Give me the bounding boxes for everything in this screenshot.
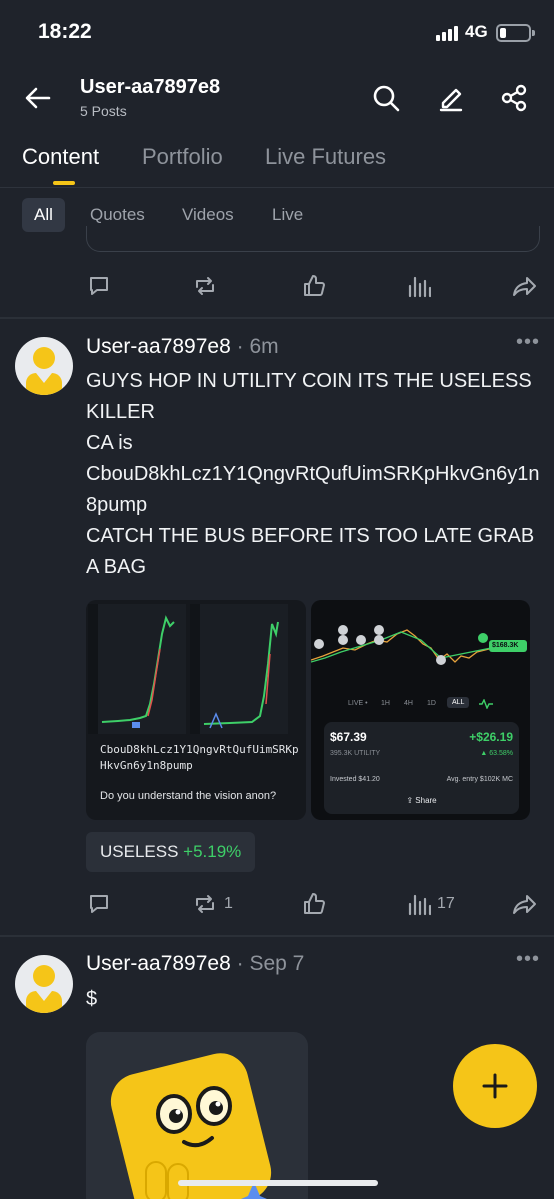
filter-all[interactable]: All bbox=[22, 198, 65, 232]
tab-portfolio[interactable]: Portfolio bbox=[142, 144, 223, 170]
post-separator: · bbox=[236, 952, 244, 975]
holding-gain-percent: ▲ 63.58% bbox=[480, 750, 513, 757]
post-header: User-aa7897e8 · 6m bbox=[86, 335, 279, 359]
invested-amount: Invested $41.20 bbox=[330, 776, 380, 783]
post-line: CbouD8khLcz1Y1QngvRtQufUimSRKpHkvGn6y1n8… bbox=[86, 463, 540, 516]
post-image-sticker[interactable] bbox=[86, 1032, 308, 1199]
holding-amount: 395.3K UTILITY bbox=[330, 750, 381, 757]
avg-entry: Avg. entry $102K MC bbox=[446, 776, 513, 783]
mini-chart-right bbox=[190, 604, 288, 734]
previous-post-card[interactable] bbox=[86, 226, 540, 252]
range-1d: 1D bbox=[427, 700, 436, 707]
range-4h: 4H bbox=[404, 700, 413, 707]
pulse-icon bbox=[479, 699, 493, 709]
signal-icon bbox=[436, 25, 458, 41]
post-divider bbox=[0, 317, 554, 319]
more-options-icon[interactable]: ••• bbox=[516, 948, 540, 971]
active-tab-indicator bbox=[53, 181, 75, 185]
holding-price: $67.39 bbox=[330, 730, 367, 744]
repost-button[interactable]: 1 bbox=[192, 888, 233, 920]
range-all: ALL bbox=[447, 697, 470, 708]
share-label: ⇪ Share bbox=[406, 796, 437, 805]
comment-icon[interactable] bbox=[87, 270, 111, 302]
profile-name: User-aa7897e8 bbox=[80, 76, 221, 98]
post-divider bbox=[0, 935, 554, 937]
post-author[interactable]: User-aa7897e8 bbox=[86, 335, 231, 358]
post-actions: 1 17 bbox=[0, 884, 554, 924]
post-image-portfolio-screenshot[interactable]: $168.3K LIVE • 1H 4H 1D ALL $67.39 +$26.… bbox=[311, 600, 530, 820]
post-image-chart-screenshot[interactable]: CbouD8khLcz1Y1QngvRtQufUimSRKpHkvGn6y1n8… bbox=[86, 600, 306, 820]
post-time: Sep 7 bbox=[249, 952, 305, 975]
views-count: 17 bbox=[437, 895, 455, 912]
back-arrow-icon[interactable] bbox=[22, 82, 54, 114]
range-live: LIVE • bbox=[348, 700, 368, 707]
like-icon[interactable] bbox=[302, 888, 326, 920]
battery-icon bbox=[496, 24, 535, 42]
post-body[interactable]: GUYS HOP IN UTILITY COIN ITS THE USELESS… bbox=[86, 366, 546, 583]
repost-icon bbox=[196, 895, 214, 913]
post-separator: · bbox=[236, 335, 244, 358]
profile-header: User-aa7897e8 5 Posts bbox=[0, 68, 554, 128]
post-time: 6m bbox=[249, 335, 279, 358]
avatar[interactable] bbox=[15, 337, 73, 395]
profile-tabs: Content Portfolio Live Futures bbox=[0, 136, 554, 188]
create-post-button[interactable] bbox=[453, 1044, 537, 1128]
share-icon[interactable] bbox=[498, 82, 530, 114]
price-marker-label: $168.3K bbox=[492, 642, 519, 649]
network-label: 4G bbox=[465, 22, 488, 41]
avatar[interactable] bbox=[15, 955, 73, 1013]
forward-icon[interactable] bbox=[512, 270, 538, 302]
ticker-symbol: USELESS bbox=[100, 842, 179, 861]
image-question-text: Do you understand the vision anon? bbox=[100, 790, 277, 802]
mascot-sticker-icon bbox=[110, 1053, 272, 1199]
tab-content[interactable]: Content bbox=[22, 144, 99, 170]
status-time: 18:22 bbox=[38, 20, 92, 43]
mini-chart-left bbox=[88, 604, 186, 734]
plus-icon bbox=[482, 1073, 508, 1099]
status-bar: 18:22 4G bbox=[0, 0, 554, 68]
views-button[interactable]: 17 bbox=[407, 888, 455, 920]
more-options-icon[interactable]: ••• bbox=[516, 331, 540, 354]
post-author[interactable]: User-aa7897e8 bbox=[86, 952, 231, 975]
tab-live-futures[interactable]: Live Futures bbox=[265, 144, 386, 170]
range-1h: 1H bbox=[381, 700, 390, 707]
repost-icon[interactable] bbox=[192, 270, 218, 302]
post-line: CATCH THE BUS BEFORE ITS TOO LATE GRAB A… bbox=[86, 525, 539, 578]
forward-icon[interactable] bbox=[512, 888, 538, 920]
search-icon[interactable] bbox=[370, 82, 402, 114]
holding-gain: +$26.19 bbox=[469, 730, 513, 744]
post-header: User-aa7897e8 · Sep 7 bbox=[86, 952, 304, 976]
views-icon[interactable] bbox=[407, 270, 431, 302]
ticker-chip[interactable]: USELESS +5.19% bbox=[86, 832, 256, 872]
views-icon bbox=[408, 894, 431, 916]
ticker-change: +5.19% bbox=[183, 842, 242, 861]
post-count: 5 Posts bbox=[80, 103, 127, 119]
holding-card: $67.39 +$26.19 395.3K UTILITY ▲ 63.58% I… bbox=[324, 722, 519, 814]
edit-pen-icon[interactable] bbox=[435, 82, 467, 114]
image-ca-text: CbouD8khLcz1Y1QngvRtQufUimSRKpHkvGn6y1n8… bbox=[100, 743, 299, 772]
post-line: GUYS HOP IN UTILITY COIN ITS THE USELESS… bbox=[86, 370, 538, 423]
comment-icon[interactable] bbox=[87, 888, 111, 920]
post-line: $ bbox=[86, 988, 98, 1010]
post-actions bbox=[0, 266, 554, 306]
repost-count: 1 bbox=[224, 895, 233, 912]
post-body[interactable]: $ bbox=[86, 984, 546, 1015]
like-icon[interactable] bbox=[302, 270, 326, 302]
home-indicator[interactable] bbox=[178, 1180, 378, 1186]
post-line: CA is bbox=[86, 432, 133, 454]
